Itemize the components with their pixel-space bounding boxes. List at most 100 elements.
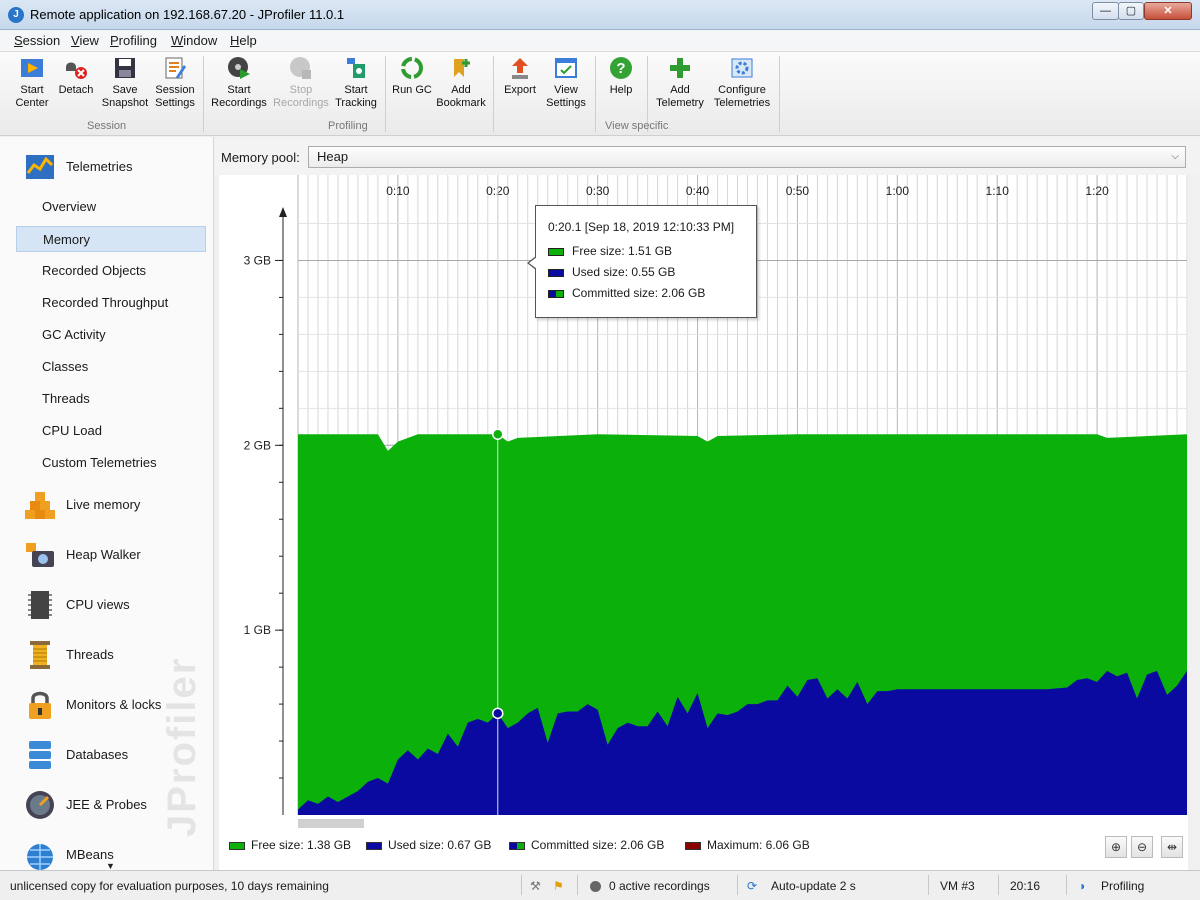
title-bar: J Remote application on 192.168.67.20 - … <box>0 0 1200 30</box>
scroll-down-arrow-icon[interactable]: ▼ <box>106 861 115 870</box>
horizontal-scrollbar-thumb <box>298 819 364 828</box>
add-telemetry-icon <box>670 58 690 78</box>
sidebar-item-custom-telemetries[interactable]: Custom Telemetries <box>16 450 206 476</box>
fit-icon: ⇹ <box>1166 840 1178 854</box>
memory-pool-value: Heap <box>317 149 349 164</box>
toolbar-separator <box>595 56 596 132</box>
sidebar-item-memory[interactable]: Memory <box>16 226 206 252</box>
add-bookmark-button[interactable]: Add Bookmark <box>436 55 486 110</box>
maximize-button[interactable]: ▢ <box>1118 2 1144 20</box>
status-separator <box>737 875 738 895</box>
status-separator <box>928 875 929 895</box>
menu-help[interactable]: Help <box>230 33 257 48</box>
toolbar-group-profiling: Profiling <box>328 120 368 132</box>
detach-button[interactable]: Detach <box>56 55 96 97</box>
tooltip-time: 0:20.1 [Sep 18, 2019 12:10:33 PM] <box>548 220 735 234</box>
export-button[interactable]: Export <box>500 55 540 97</box>
menu-profiling[interactable]: Profiling <box>110 33 157 48</box>
jprofiler-watermark: JProfiler <box>160 656 204 837</box>
sidebar-section-telemetries[interactable]: Telemetries <box>0 145 213 189</box>
toolbar: Start Center Detach Save Snapshot Session S… <box>0 52 1200 136</box>
sidebar-item-recorded-throughput[interactable]: Recorded Throughput <box>16 290 206 316</box>
save-snapshot-button[interactable]: Save Snapshot <box>100 55 150 110</box>
run-gc-icon <box>401 57 423 79</box>
telemetries-icon <box>26 155 54 179</box>
sidebar-item-classes[interactable]: Classes <box>16 354 206 380</box>
window-title: Remote application on 192.168.67.20 - JP… <box>30 7 345 22</box>
flag-icon[interactable]: ⚑ <box>553 879 564 893</box>
menu-window[interactable]: Window <box>171 33 217 48</box>
lock-icon <box>29 691 51 719</box>
jprofiler-app-icon: J <box>8 7 24 23</box>
close-button[interactable]: ✕ <box>1144 2 1192 20</box>
sidebar-item-cpu-load[interactable]: CPU Load <box>16 418 206 444</box>
x-tick-label: 1:20 <box>1085 184 1109 198</box>
cpu-views-icon <box>28 591 52 619</box>
fit-to-window-button[interactable]: ⇹ <box>1161 836 1183 858</box>
x-tick-label: 0:40 <box>686 184 710 198</box>
menu-view[interactable]: View <box>71 33 99 48</box>
tooltip-committed-row: Committed size: 2.06 GB <box>548 286 705 300</box>
sidebar-item-recorded-objects[interactable]: Recorded Objects <box>16 258 206 284</box>
sidebar-item-overview[interactable]: Overview <box>16 194 206 220</box>
help-button[interactable]: ? Help <box>602 55 640 97</box>
view-settings-button[interactable]: View Settings <box>543 55 589 110</box>
y-tick-label: 3 GB <box>244 253 271 267</box>
status-separator <box>577 875 578 895</box>
configure-telemetries-button[interactable]: Configure Telemetries <box>710 55 774 110</box>
auto-update-status[interactable]: Auto-update 2 s <box>771 879 856 893</box>
sidebar-section-live-memory[interactable]: Live memory <box>0 483 213 527</box>
sidebar-item-threads[interactable]: Threads <box>16 386 206 412</box>
gauge-icon <box>26 791 54 819</box>
legend-free: Free size: 1.38 GB <box>229 838 351 852</box>
toolbar-group-view-specific: View specific <box>605 120 669 132</box>
sidebar-item-gc-activity[interactable]: GC Activity <box>16 322 206 348</box>
zoom-in-button[interactable]: ⊕ <box>1105 836 1127 858</box>
y-tick-label: 2 GB <box>244 438 271 452</box>
minimize-button[interactable]: — <box>1092 2 1119 20</box>
x-tick-label: 1:00 <box>886 184 910 198</box>
chevron-down-icon: ⌵ <box>1171 151 1179 162</box>
tooltip-used-row: Used size: 0.55 GB <box>548 265 675 279</box>
start-center-button[interactable]: Start Center <box>12 55 52 110</box>
recording-dot-icon <box>590 881 601 893</box>
tooltip-free-row: Free size: 1.51 GB <box>548 244 672 258</box>
memory-pool-select[interactable]: Heap ⌵ <box>308 146 1186 168</box>
profiling-mode-status: Profiling <box>1101 879 1145 893</box>
zoom-out-icon: ⊖ <box>1136 840 1148 854</box>
status-separator <box>998 875 999 895</box>
add-bookmark-icon <box>454 59 470 77</box>
toolbar-separator <box>203 56 204 132</box>
zoom-out-button[interactable]: ⊖ <box>1131 836 1153 858</box>
stop-recordings-button: Stop Recordings <box>272 55 330 110</box>
y-axis-arrow <box>279 207 287 217</box>
database-icon <box>29 741 51 769</box>
chart-legend: Free size: 1.38 GB Used size: 0.67 GB Co… <box>219 830 1188 870</box>
start-tracking-icon <box>347 58 365 78</box>
sidebar-section-heap-walker[interactable]: Heap Walker <box>0 533 213 577</box>
session-settings-button[interactable]: Session Settings <box>153 55 197 110</box>
help-icon: ? <box>610 57 632 79</box>
live-memory-icon <box>25 492 55 519</box>
y-tick-label: 1 GB <box>244 623 271 637</box>
cursor-marker-committed <box>492 428 504 440</box>
free-swatch <box>548 247 564 256</box>
add-telemetry-button[interactable]: Add Telemetry <box>653 55 707 110</box>
chart-tooltip: 0:20.1 [Sep 18, 2019 12:10:33 PM] Free s… <box>527 205 757 318</box>
cursor-marker-used <box>492 707 504 720</box>
tooltip-arrow-fill <box>529 257 537 269</box>
menu-session[interactable]: Session <box>14 33 60 48</box>
memory-pool-row: Memory pool: Heap ⌵ <box>215 137 1200 175</box>
export-icon <box>512 58 528 79</box>
sidebar: Telemetries Overview Memory Recorded Obj… <box>0 137 214 870</box>
sidebar-section-cpu-views[interactable]: CPU views <box>0 583 213 627</box>
x-tick-label: 0:30 <box>586 184 610 198</box>
start-recordings-button[interactable]: Start Recordings <box>210 55 268 110</box>
run-gc-button[interactable]: Run GC <box>390 55 434 97</box>
legend-maximum: Maximum: 6.06 GB <box>685 838 810 852</box>
x-tick-label: 0:10 <box>386 184 410 198</box>
start-tracking-button[interactable]: Start Tracking <box>334 55 378 110</box>
toolbar-group-session: Session <box>87 120 127 132</box>
pin-icon[interactable]: ⚒ <box>530 879 541 893</box>
recordings-status[interactable]: 0 active recordings <box>590 879 710 893</box>
